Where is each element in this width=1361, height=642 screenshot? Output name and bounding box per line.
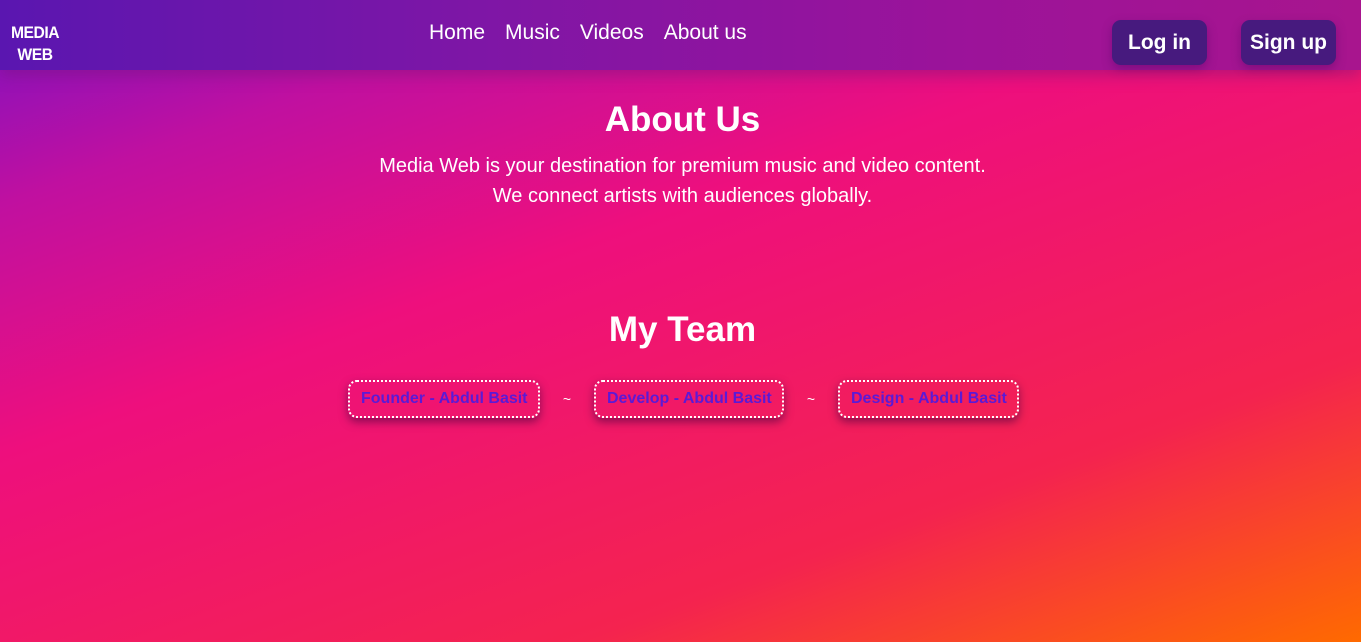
team-member-founder[interactable]: Founder - Abdul Basit (348, 380, 540, 418)
logo-line-1: MEDIA (10, 23, 60, 42)
about-description: Media Web is your destination for premiu… (0, 151, 1361, 211)
team-title: My Team (608, 310, 757, 349)
team-separator: ~ (562, 391, 572, 407)
about-title: About Us (604, 100, 761, 139)
logo-line-2: WEB (17, 45, 53, 64)
team-separator: ~ (806, 391, 816, 407)
team-member-developer[interactable]: Develop - Abdul Basit (594, 380, 784, 418)
nav-link-videos[interactable]: Videos (580, 20, 644, 46)
top-navbar: MEDIA WEB Home Music Videos About us Log… (0, 0, 1361, 70)
team-members-row: Founder - Abdul Basit ~ Develop - Abdul … (348, 380, 1019, 418)
site-logo[interactable]: MEDIA WEB (8, 22, 61, 66)
nav-link-home[interactable]: Home (429, 20, 485, 46)
about-line-1: Media Web is your destination for premiu… (379, 155, 986, 177)
team-member-designer[interactable]: Design - Abdul Basit (838, 380, 1019, 418)
nav-link-music[interactable]: Music (505, 20, 560, 46)
about-line-2: We connect artists with audiences global… (492, 185, 873, 207)
login-button[interactable]: Log in (1112, 20, 1207, 65)
nav-link-about-us[interactable]: About us (664, 20, 747, 46)
main-nav: Home Music Videos About us (429, 20, 747, 46)
signup-button[interactable]: Sign up (1241, 20, 1336, 65)
